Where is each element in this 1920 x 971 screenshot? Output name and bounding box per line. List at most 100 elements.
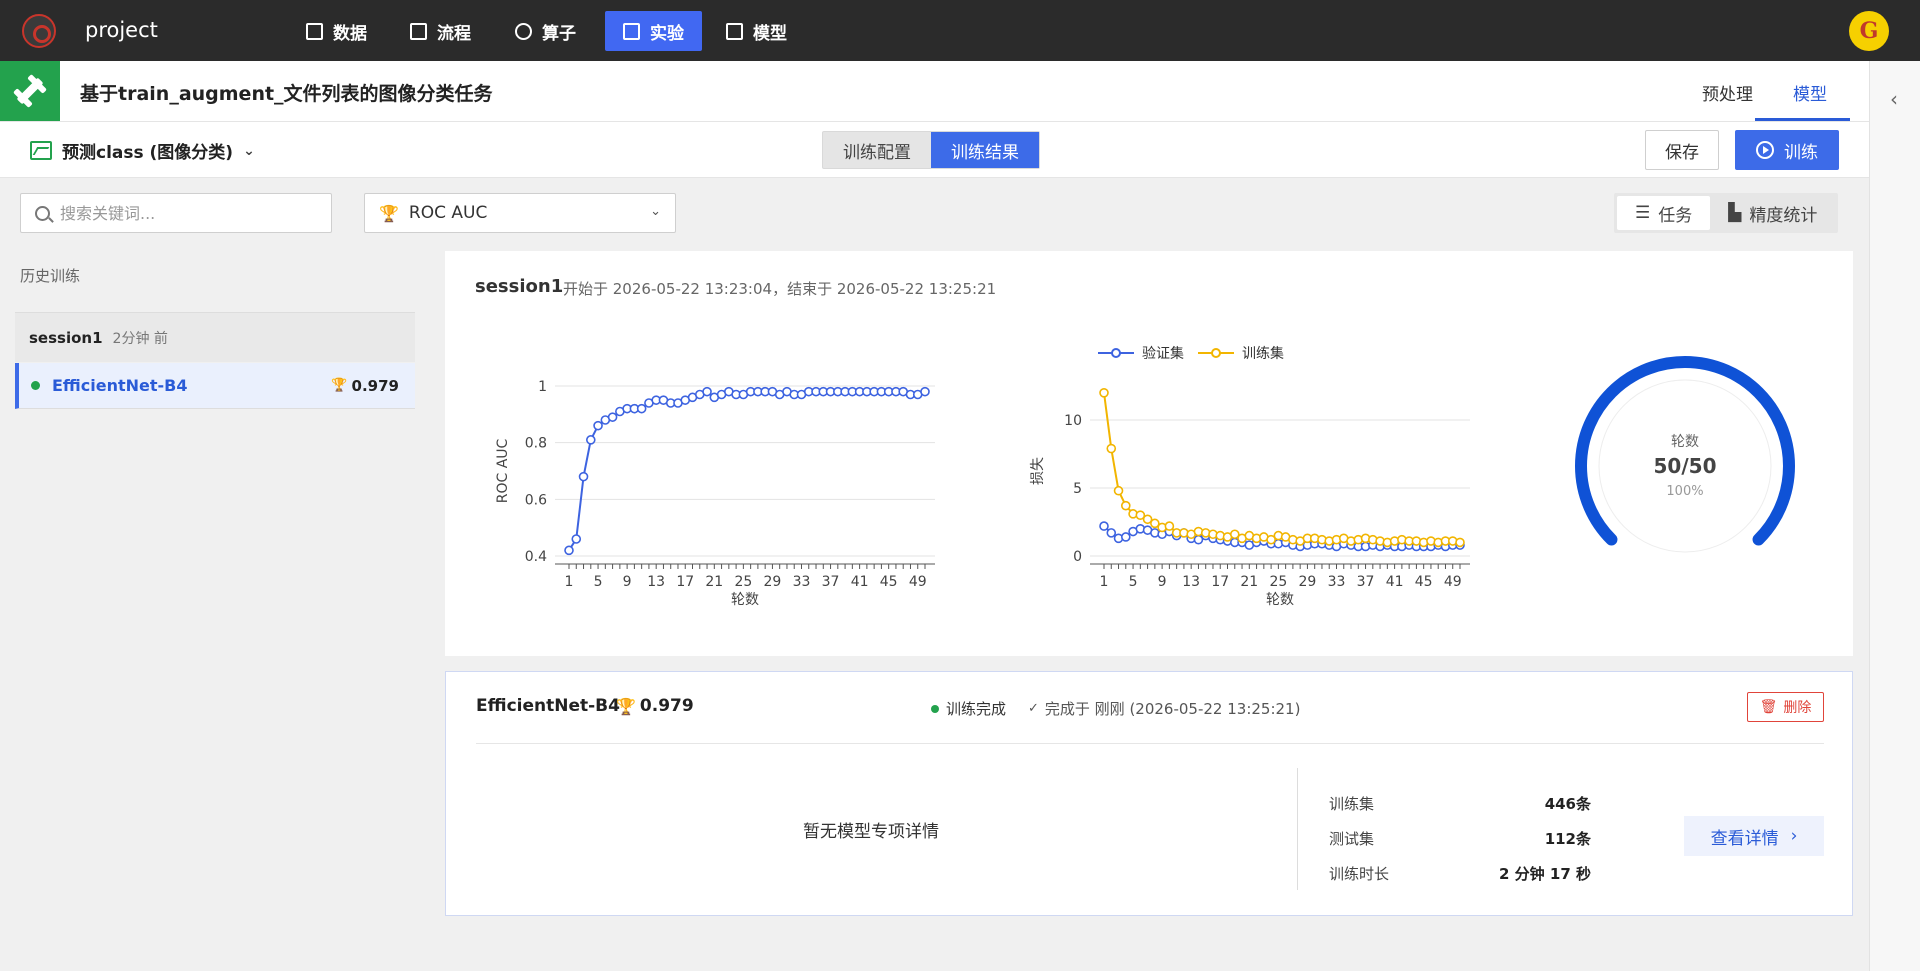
data-point [593, 420, 603, 431]
session-time: 开始于 2026-05-22 13:23:04，结束于 2026-05-22 1… [563, 280, 997, 298]
segment-train-result[interactable]: 训练结果 [931, 132, 1039, 168]
x-tick-label: 41 [1386, 574, 1404, 590]
detail-model-name: EfficientNet-B4 [476, 696, 620, 716]
x-tick-label: 49 [909, 574, 927, 590]
right-panel-strip: ‹ [1869, 61, 1920, 971]
y-axis-label: ROC AUC [495, 438, 511, 503]
data-point [564, 545, 574, 556]
y-tick-label: 0.6 [525, 492, 547, 508]
trophy-icon: 🏆 [379, 203, 399, 223]
page-title: 基于train_augment_文件列表的图像分类任务 [80, 83, 493, 105]
x-tick-label: 37 [1357, 574, 1375, 590]
trophy-icon: 🏆 [616, 696, 636, 716]
stat-label-train: 训练集 [1329, 795, 1375, 813]
nav-item-data[interactable]: 数据 [288, 11, 385, 51]
x-tick-label: 5 [594, 574, 603, 590]
data-point [920, 386, 930, 397]
nav-item-experiment[interactable]: 实验 [605, 11, 702, 51]
nav-item-operator[interactable]: 算子 [497, 11, 594, 51]
x-tick-label: 33 [1328, 574, 1346, 590]
save-button[interactable]: 保存 [1645, 130, 1719, 170]
metric-select-label: ROC AUC [408, 203, 488, 223]
model-name: EfficientNet-B4 [52, 376, 188, 395]
view-toggle: ☰ 任务 ▙ 精度统计 [1614, 193, 1839, 233]
project-name[interactable]: project [85, 18, 158, 42]
bar-chart-icon: ▙ [1728, 203, 1742, 223]
loss-chart-svg: 05101 5 9 13 17 21 25 29 33 37 41 45 49轮数损失验证集 训练集 [1030, 345, 1470, 608]
view-accuracy-label: 精度统计 [1749, 205, 1818, 226]
data-point [607, 412, 618, 422]
nav-item-flow[interactable]: 流程 [392, 11, 489, 51]
legend-marker [1211, 348, 1221, 358]
x-tick-label: 5 [1129, 574, 1138, 590]
x-tick-label: 25 [1269, 574, 1287, 590]
view-details-label: 查看详情 [1710, 828, 1779, 849]
train-button-label: 训练 [1784, 142, 1818, 163]
y-tick-label: 0.4 [525, 549, 547, 565]
avatar[interactable]: G [1849, 11, 1889, 51]
divider [1297, 768, 1298, 890]
data-point [1120, 532, 1131, 542]
y-tick-label: 1 [538, 379, 547, 395]
model-select[interactable]: 预测class (图像分类) ⌄ [30, 138, 255, 163]
search-box[interactable] [20, 193, 332, 233]
tab-preprocess[interactable]: 预处理 [1702, 80, 1753, 105]
nav-item-model[interactable]: 模型 [708, 11, 805, 51]
divider [476, 743, 1824, 744]
detail-score: 🏆 0.979 [616, 696, 694, 716]
data-point [1106, 443, 1117, 454]
status-text: 训练完成 [946, 700, 1007, 718]
legend-label: 训练集 [1242, 345, 1284, 362]
save-icon [726, 22, 743, 40]
data-point [578, 471, 589, 482]
x-tick-label: 33 [793, 574, 811, 590]
history-label: 历史训练 [20, 267, 81, 285]
tab-active-indicator [1755, 118, 1850, 121]
view-accuracy[interactable]: ▙ 精度统计 [1710, 196, 1835, 230]
data-point [1164, 521, 1175, 531]
chevron-down-icon: ⌄ [243, 142, 255, 159]
image-chart-icon [30, 141, 52, 160]
flow-icon [410, 22, 427, 40]
chevron-left-icon[interactable]: ‹ [1890, 87, 1898, 111]
data-point [1455, 537, 1465, 548]
gauge-svg: 轮数 50/50 100% [1575, 356, 1795, 553]
x-axis-label: 轮数 [731, 592, 759, 608]
train-button[interactable]: 训练 [1735, 130, 1839, 170]
x-tick-label: 29 [764, 574, 782, 590]
session-model-item[interactable]: EfficientNet-B4 🏆 0.979 [15, 363, 415, 409]
session-group[interactable]: session1 2分钟 前 [15, 312, 415, 362]
status-dot [31, 381, 40, 390]
data-point [1099, 387, 1109, 398]
tab-model[interactable]: 模型 [1793, 80, 1827, 105]
model-detail-card: EfficientNet-B4 🏆 0.979 训练完成 ✓ 完成于 刚刚 (2… [445, 671, 1853, 916]
logo-icon[interactable] [22, 14, 56, 48]
nav-item-label: 算子 [542, 23, 576, 44]
search-icon [35, 205, 50, 221]
x-tick-label: 45 [1415, 574, 1433, 590]
x-tick-label: 41 [851, 574, 869, 590]
model-score-value: 0.979 [351, 376, 399, 395]
view-tasks[interactable]: ☰ 任务 [1617, 196, 1711, 230]
x-tick-label: 9 [623, 574, 632, 590]
metric-select[interactable]: 🏆 ROC AUC ⌄ [364, 193, 676, 233]
x-tick-label: 9 [1158, 574, 1167, 590]
detail-score-value: 0.979 [639, 696, 694, 716]
legend-label: 验证集 [1142, 345, 1184, 362]
data-point [571, 534, 582, 544]
view-details-button[interactable]: 查看详情 › [1684, 816, 1824, 856]
chevron-down-icon: ⌄ [650, 204, 661, 219]
stat-label-duration: 训练时长 [1329, 865, 1390, 883]
delete-button-label: 删除 [1783, 700, 1812, 716]
delete-button[interactable]: 🗑 删除 [1747, 692, 1824, 722]
empty-detail-text: 暂无模型专项详情 [803, 822, 939, 842]
epoch-gauge: 轮数 50/50 100% [1560, 341, 1810, 595]
x-tick-label: 1 [565, 574, 574, 590]
data-point [1113, 485, 1124, 496]
loss-chart: 0 5 10 1 5 9 13 17 21 25 29 33 37 41 45 49 轮数 损失 验证集 训练集 [1010, 331, 1480, 635]
nav-item-label: 数据 [333, 23, 367, 44]
stat-value-duration: 2 分钟 17 秒 [1499, 865, 1591, 883]
status-badge: 训练完成 [931, 698, 1006, 719]
search-input[interactable] [60, 203, 310, 223]
segment-train-config[interactable]: 训练配置 [823, 132, 931, 168]
